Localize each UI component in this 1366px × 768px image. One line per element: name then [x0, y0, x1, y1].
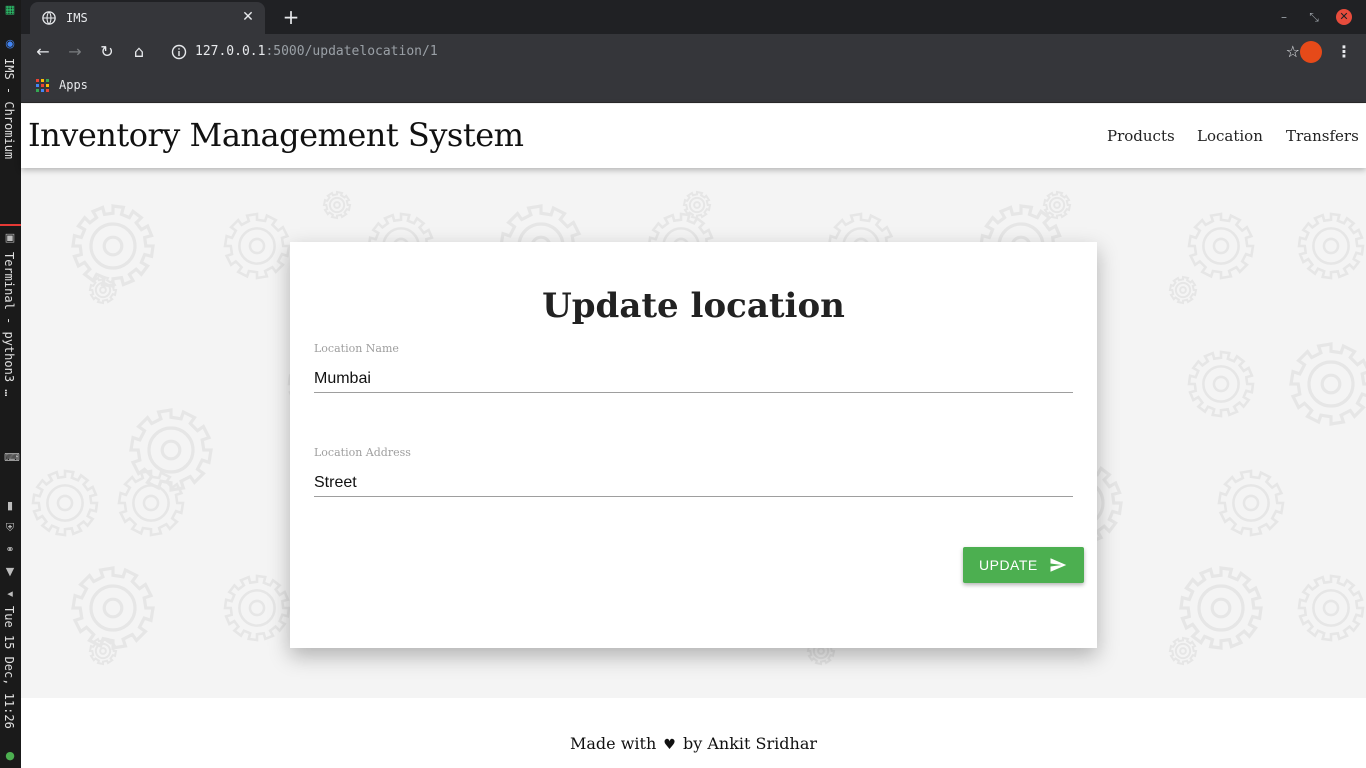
back-button[interactable]: ← — [31, 40, 55, 64]
app-menu-icon[interactable]: ▦ — [4, 4, 16, 16]
update-location-card: Update location Location Name Location A… — [290, 242, 1097, 648]
minimize-window-button[interactable]: – — [1276, 9, 1292, 25]
update-button[interactable]: UPDATE — [963, 547, 1084, 583]
system-taskbar: ▦ ◉ IMS - Chromium ▣ Terminal - python3 … — [0, 0, 21, 768]
restore-window-button[interactable]: ⤡ — [1306, 9, 1322, 25]
new-tab-button[interactable]: + — [281, 7, 301, 27]
globe-icon — [42, 11, 56, 25]
url-text[interactable]: 127.0.0.1:5000/updatelocation/1 — [195, 44, 438, 59]
terminal-icon[interactable]: ▣ — [4, 232, 16, 244]
heart-icon: ♥ — [663, 737, 676, 753]
tab-ims[interactable]: IMS ✕ — [30, 2, 265, 34]
home-button[interactable]: ⌂ — [127, 40, 151, 64]
location-name-input[interactable] — [314, 359, 1073, 393]
nav-link-transfers[interactable]: Transfers — [1286, 127, 1359, 145]
site-brand[interactable]: Inventory Management System — [28, 116, 524, 154]
site-info-icon[interactable] — [171, 44, 187, 60]
send-icon — [1050, 558, 1067, 572]
keyboard-icon: ⌨ — [4, 451, 20, 464]
address-bar[interactable]: 127.0.0.1:5000/updatelocation/1 ☆ — [161, 38, 1306, 66]
close-tab-icon[interactable]: ✕ — [239, 8, 257, 26]
chromium-icon[interactable]: ◉ — [4, 38, 16, 50]
shield-icon: ⛨ — [5, 521, 15, 534]
url-host: 127.0.0.1 — [195, 44, 266, 59]
status-dot-icon: ● — [5, 749, 15, 762]
clock: Tue 15 Dec, 11:26 — [2, 606, 16, 729]
bookmark-star-icon[interactable]: ☆ — [1286, 42, 1300, 61]
page-footer: Made with ♥ by Ankit Sridhar — [21, 734, 1366, 753]
browser-toolbar: ← → ↻ ⌂ 127.0.0.1:5000/updatelocation/1 … — [21, 34, 1366, 70]
wifi-icon: ▼ — [5, 565, 15, 578]
link-icon: ⚭ — [5, 543, 15, 556]
forward-button[interactable]: → — [63, 40, 87, 64]
active-window-indicator — [0, 224, 21, 226]
location-address-input[interactable] — [314, 463, 1073, 497]
tab-strip: IMS ✕ + – ⤡ ✕ — [21, 0, 1366, 34]
url-path: :5000/updatelocation/1 — [265, 44, 438, 59]
volume-icon: ◂ — [7, 587, 13, 600]
form-title: Update location — [542, 286, 845, 326]
window-label-chromium[interactable]: IMS - Chromium — [2, 58, 16, 159]
battery-icon: ▮ — [6, 499, 14, 512]
footer-prefix: Made with — [569, 734, 657, 753]
location-name-label: Location Name — [314, 342, 399, 355]
site-navbar: Inventory Management System Products Loc… — [21, 104, 1366, 168]
close-window-button[interactable]: ✕ — [1336, 9, 1352, 25]
browser-menu-icon[interactable]: ⋮ — [1336, 40, 1352, 64]
bookmarks-bar: Apps — [21, 70, 1366, 103]
nav-link-location[interactable]: Location — [1197, 127, 1263, 145]
window-label-terminal[interactable]: Terminal - python3 … — [2, 252, 16, 397]
nav-link-products[interactable]: Products — [1107, 127, 1175, 145]
update-button-label: UPDATE — [979, 557, 1038, 573]
location-address-label: Location Address — [314, 446, 411, 459]
tab-title: IMS — [66, 11, 88, 25]
apps-grid-icon[interactable] — [36, 79, 49, 92]
footer-author: by Ankit Sridhar — [683, 734, 818, 753]
profile-avatar[interactable] — [1300, 41, 1322, 63]
bookmark-apps[interactable]: Apps — [59, 78, 88, 92]
web-page: Inventory Management System Products Loc… — [21, 104, 1366, 768]
reload-button[interactable]: ↻ — [95, 40, 119, 64]
